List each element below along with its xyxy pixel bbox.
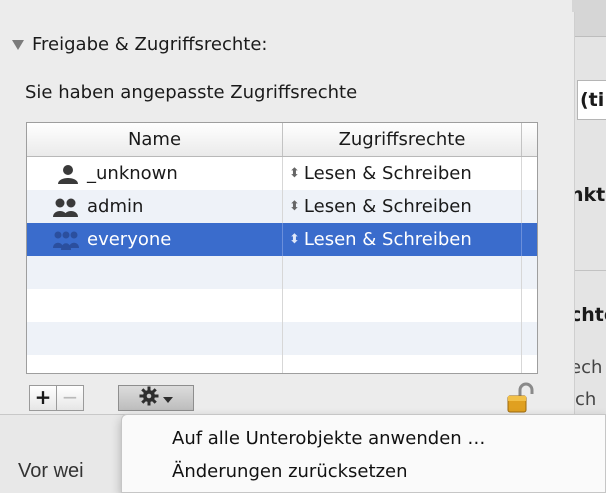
table-row-selected[interactable]: everyone ⬍ Lesen & Schreiben: [27, 223, 537, 256]
everyone-group-icon: [27, 230, 87, 250]
footer-text: Vor wei: [18, 460, 84, 482]
lock-icon[interactable]: [506, 382, 536, 418]
rights-label: Lesen & Schreiben: [303, 196, 472, 217]
action-context-menu: Auf alle Unterobjekte anwenden … Änderun…: [121, 414, 606, 493]
permissions-table[interactable]: Name Zugriffsrechte _unknown ⬍ Lesen & S…: [26, 122, 538, 374]
column-header-rights[interactable]: Zugriffsrechte: [283, 123, 522, 156]
row-name: everyone: [87, 229, 172, 250]
background-field-text: (ti: [580, 89, 605, 111]
table-row[interactable]: _unknown ⬍ Lesen & Schreiben: [27, 157, 537, 190]
column-header-name[interactable]: Name: [27, 123, 283, 156]
row-name: _unknown: [87, 163, 178, 184]
section-header[interactable]: Freigabe & Zugriffsrechte:: [12, 34, 268, 55]
add-user-button[interactable]: +: [29, 385, 57, 411]
menu-item-revert-changes[interactable]: Änderungen zurücksetzen: [172, 461, 408, 482]
background-toolbar: [572, 0, 606, 37]
rights-popup[interactable]: ⬍ Lesen & Schreiben: [283, 223, 522, 256]
gear-icon: [139, 386, 159, 410]
rights-popup[interactable]: ⬍ Lesen & Schreiben: [283, 157, 522, 190]
rights-label: Lesen & Schreiben: [303, 163, 472, 184]
table-row[interactable]: admin ⬍ Lesen & Schreiben: [27, 190, 537, 223]
updown-arrows-icon: ⬍: [289, 166, 300, 181]
custom-permissions-note: Sie haben angepasste Zugriffsrechte: [25, 82, 358, 103]
single-user-icon: [27, 164, 87, 184]
action-menu-button[interactable]: [118, 385, 194, 411]
updown-arrows-icon: ⬍: [289, 199, 300, 214]
column-header-filler: [522, 123, 537, 156]
remove-user-button[interactable]: −: [56, 385, 84, 411]
empty-row: [27, 322, 537, 355]
rights-popup[interactable]: ⬍ Lesen & Schreiben: [283, 190, 522, 223]
disclosure-triangle-icon[interactable]: [12, 39, 24, 50]
section-title: Freigabe & Zugriffsrechte:: [32, 34, 268, 55]
chevron-down-icon: [163, 389, 173, 408]
updown-arrows-icon: ⬍: [289, 232, 300, 247]
sharing-permissions-panel: Freigabe & Zugriffsrechte: Sie haben ang…: [0, 12, 575, 414]
background-divider: [572, 270, 606, 271]
empty-row: [27, 289, 537, 322]
group-icon: [27, 197, 87, 217]
empty-row: [27, 256, 537, 289]
menu-item-apply-to-enclosed[interactable]: Auf alle Unterobjekte anwenden …: [172, 428, 485, 449]
empty-row: [27, 355, 537, 373]
row-name: admin: [87, 196, 144, 217]
background-label-1: nkt: [570, 184, 606, 206]
table-header: Name Zugriffsrechte: [27, 123, 537, 157]
rights-label: Lesen & Schreiben: [303, 229, 472, 250]
background-label-2: chte: [570, 304, 606, 326]
